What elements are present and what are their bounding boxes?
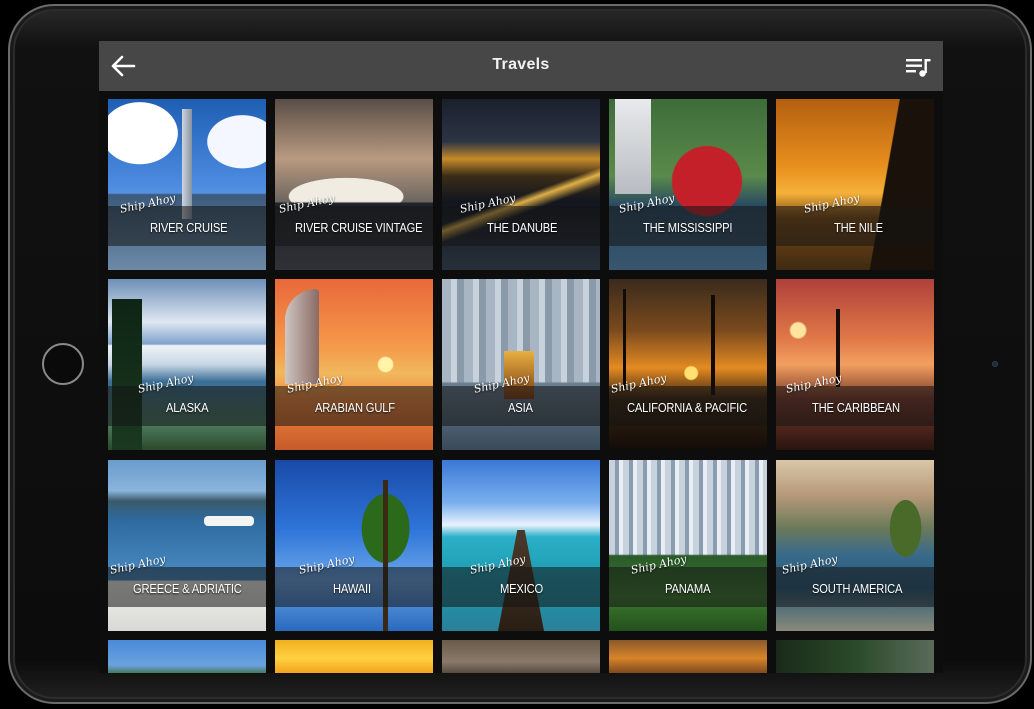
tile-title: RIVER CRUISE [150,220,228,235]
tile-the-nile[interactable]: Ship Ahoy THE NILE [776,99,934,270]
tile-alaska[interactable]: Ship Ahoy ALASKA [108,279,266,450]
app-screen: Ship Ahoy RIVER CRUISE Ship Ahoy RIVER C… [99,41,943,673]
tile-river-cruise[interactable]: Ship Ahoy RIVER CRUISE [108,99,266,270]
home-button[interactable] [42,343,84,385]
tile-partial[interactable] [776,640,934,673]
tile-partial[interactable] [442,640,600,673]
tile-title: ALASKA [166,400,209,415]
tile-south-america[interactable]: Ship Ahoy SOUTH AMERICA [776,460,934,631]
burj-al-arab-graphic [285,289,319,384]
tile-asia[interactable]: Ship Ahoy ASIA [442,279,600,450]
tile-river-cruise-vintage[interactable]: Ship Ahoy RIVER CRUISE VINTAGE [275,99,433,270]
partial-image [442,640,600,673]
steamboat-graphic [615,99,651,194]
tile-partial[interactable] [275,640,433,673]
tile-the-danube[interactable]: Ship Ahoy THE DANUBE [442,99,600,270]
palm-tree-graphic [711,295,715,395]
tile-title: RIVER CRUISE VINTAGE [295,220,423,235]
cruise-ship-graphic [204,516,254,526]
page-title: Travels [492,56,550,73]
tile-partial[interactable] [609,640,767,673]
music-playlist-icon [906,59,931,77]
tile-title: HAWAII [333,581,371,596]
partial-image [609,640,767,673]
tile-greece-adriatic[interactable]: Ship Ahoy GREECE & ADRIATIC [108,460,266,631]
tile-california-pacific[interactable]: Ship Ahoy CALIFORNIA & PACIFIC [609,279,767,450]
tile-title: ARABIAN GULF [315,400,395,415]
playlist-button[interactable] [903,53,935,81]
tile-title: SOUTH AMERICA [812,581,903,596]
tile-title: ASIA [508,400,533,415]
tile-title: CALIFORNIA & PACIFIC [627,400,747,415]
tile-the-mississippi[interactable]: Ship Ahoy THE MISSISSIPPI [609,99,767,270]
tile-title: GREECE & ADRIATIC [133,581,242,596]
tile-title: MEXICO [500,581,544,596]
destination-grid: Ship Ahoy RIVER CRUISE Ship Ahoy RIVER C… [99,41,943,673]
tile-title: THE CARIBBEAN [812,400,900,415]
tile-partial[interactable] [108,640,266,673]
app-header: Travels [99,41,943,91]
tile-title: THE NILE [834,220,883,235]
tile-arabian-gulf[interactable]: Ship Ahoy ARABIAN GULF [275,279,433,450]
tile-title: THE DANUBE [487,220,558,235]
partial-image [776,640,934,673]
palm-tree-graphic [623,289,626,389]
pine-tree-graphic [112,299,142,450]
tile-the-caribbean[interactable]: Ship Ahoy THE CARIBBEAN [776,279,934,450]
tile-mexico[interactable]: Ship Ahoy MEXICO [442,460,600,631]
partial-image [275,640,433,673]
partial-image [108,640,266,673]
bridge-tower-graphic [182,109,192,219]
palm-tree-graphic [383,480,388,631]
tile-panama[interactable]: Ship Ahoy PANAMA [609,460,767,631]
tile-title: PANAMA [665,581,711,596]
front-camera [992,361,998,367]
tile-title: THE MISSISSIPPI [643,220,733,235]
tile-hawaii[interactable]: Ship Ahoy HAWAII [275,460,433,631]
